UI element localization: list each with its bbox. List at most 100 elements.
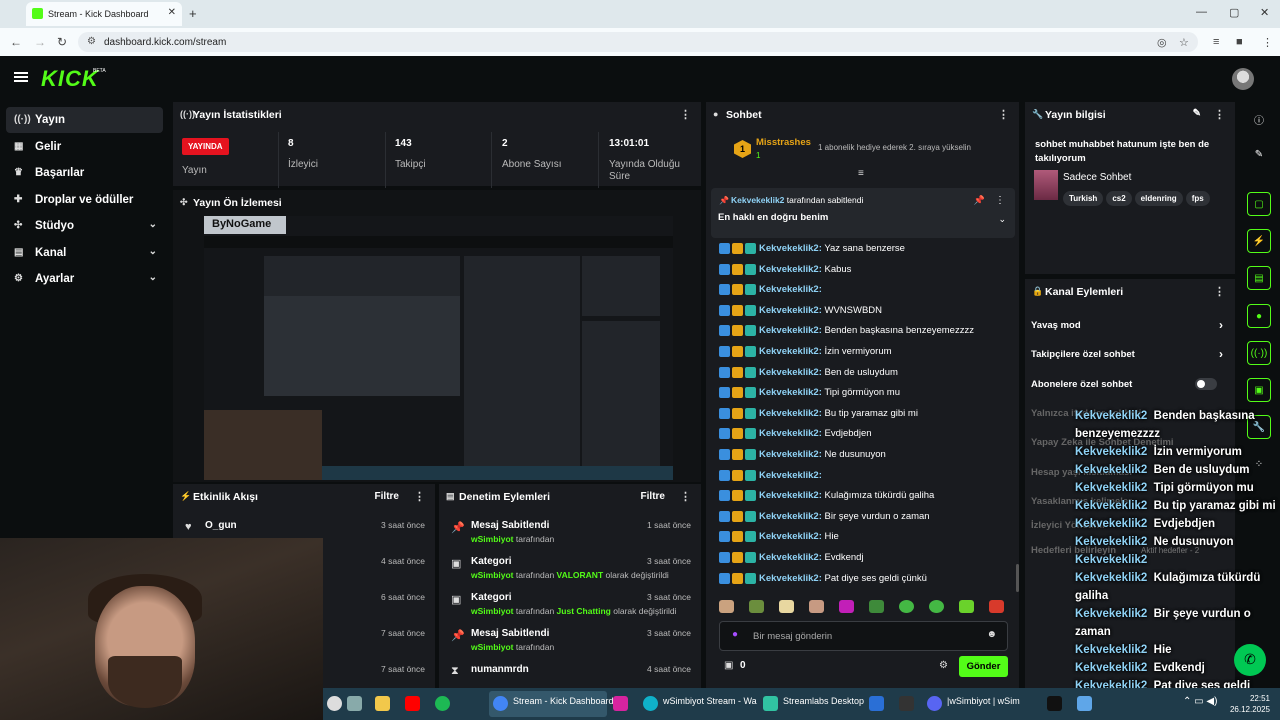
microphone-icon[interactable]: ●: [732, 629, 738, 640]
taskbar-app-label[interactable]: |wSimbiyot | wSim: [947, 696, 1020, 706]
chat-username[interactable]: Kekvekeklik2:: [759, 243, 822, 254]
more-options-icon[interactable]: ⋮: [995, 195, 1005, 206]
edit-pencil-icon[interactable]: ✎: [1193, 108, 1201, 119]
chat-username[interactable]: Kekvekeklik2:: [759, 552, 822, 563]
chat-message[interactable]: Kekvekeklik2: Kabus: [719, 263, 851, 282]
emote-icon[interactable]: [719, 600, 734, 613]
url-bar[interactable]: ⚙ dashboard.kick.com/stream: [78, 32, 1198, 52]
chat-username[interactable]: Kekvekeklik2:: [759, 325, 822, 336]
instagram-icon[interactable]: [613, 696, 628, 711]
chat-message[interactable]: Kekvekeklik2:: [719, 284, 822, 302]
site-info-icon[interactable]: ⚙: [87, 36, 96, 47]
filter-button[interactable]: Filtre: [375, 491, 399, 502]
chat-username[interactable]: Kekvekeklik2:: [759, 511, 822, 522]
chat-username[interactable]: Kekvekeklik2:: [759, 367, 822, 378]
chat-message[interactable]: Kekvekeklik2: Bir şeye vurdun o zaman: [719, 510, 930, 529]
hamburger-menu-icon[interactable]: [14, 72, 28, 74]
chat-username[interactable]: Kekvekeklik2:: [759, 408, 822, 419]
emote-icon[interactable]: [929, 600, 944, 613]
sidebar-item-droplar[interactable]: ✚ Droplar ve ödüller: [6, 187, 163, 213]
sidebar-item-studyo[interactable]: ✣ Stüdyo ⌄: [6, 213, 163, 239]
sidebar-item-gelir[interactable]: ▦ Gelir: [6, 134, 163, 160]
maximize-icon[interactable]: ▢: [1229, 6, 1239, 19]
more-options-icon[interactable]: ⋮: [680, 108, 691, 121]
chat-input[interactable]: ● Bir mesaj gönderin ☻: [719, 621, 1008, 651]
chat-message[interactable]: Kekvekeklik2: Bu tip yaramaz gibi mi: [719, 407, 918, 426]
file-explorer-icon[interactable]: [375, 696, 390, 711]
capture-icon[interactable]: ▢: [1247, 192, 1271, 216]
chat-scrollbar[interactable]: [1016, 564, 1019, 592]
chat-message[interactable]: Kekvekeklik2: Tipi görmüyon mu: [719, 387, 900, 405]
new-tab-icon[interactable]: +: [189, 6, 197, 21]
emote-icon[interactable]: [749, 600, 764, 613]
close-window-icon[interactable]: ✕: [1260, 6, 1269, 19]
moderation-icon[interactable]: ▣: [1247, 378, 1271, 402]
reload-icon[interactable]: ↻: [57, 35, 67, 49]
sidebar-item-basarilar[interactable]: ♛ Başarılar: [6, 160, 163, 186]
minimize-icon[interactable]: —: [1196, 6, 1207, 18]
chat-username[interactable]: Kekvekeklik2:: [759, 490, 822, 501]
chat-message[interactable]: Kekvekeklik2: Evdjebdjen: [719, 428, 872, 446]
chat-message[interactable]: Kekvekeklik2: WVNSWBDN: [719, 304, 882, 323]
action-subscribers-only[interactable]: Abonelere özel sohbet: [1031, 378, 1231, 390]
more-options-icon[interactable]: ⋮: [1214, 108, 1225, 121]
taskbar-app-label[interactable]: wSimbiyot Stream - Wa: [663, 696, 757, 706]
unpin-icon[interactable]: 📌: [974, 195, 985, 206]
outlook-icon[interactable]: [869, 696, 884, 711]
lightning-icon[interactable]: ⚡: [1247, 229, 1271, 253]
task-view-icon[interactable]: [347, 696, 362, 711]
stream-preview-video[interactable]: ByNoGame: [204, 216, 673, 480]
more-options-icon[interactable]: ⋮: [1214, 285, 1225, 298]
more-options-icon[interactable]: ⋮: [680, 490, 691, 503]
emote-icon[interactable]: [869, 600, 884, 613]
emote-icon[interactable]: [899, 600, 914, 613]
forward-icon[interactable]: →: [34, 35, 46, 49]
info-icon[interactable]: ⓘ: [1247, 106, 1271, 130]
search-icon[interactable]: [327, 696, 342, 711]
chat-message[interactable]: Kekvekeklik2: İzin vermiyorum: [719, 346, 892, 364]
spotify-icon[interactable]: [435, 696, 450, 711]
tray-icons[interactable]: ⌃ ▭ ◀): [1183, 696, 1217, 707]
eye-off-icon[interactable]: ◎: [1157, 36, 1167, 49]
chat-username[interactable]: Kekvekeklik2:: [759, 264, 822, 275]
send-button[interactable]: Gönder: [959, 656, 1008, 677]
chat-username[interactable]: Kekvekeklik2:: [759, 531, 822, 542]
chrome-icon[interactable]: [493, 696, 508, 711]
edit-pencil-icon[interactable]: ✎: [1247, 143, 1271, 167]
edge-icon[interactable]: [643, 696, 658, 711]
chat-username[interactable]: Kekvekeklik2:: [759, 346, 822, 357]
chat-message[interactable]: Kekvekeklik2: Yaz sana benzerse: [719, 243, 905, 261]
chat-message[interactable]: Kekvekeklik2:: [719, 469, 822, 488]
chat-message[interactable]: Kekvekeklik2: Ne dusunuyon: [719, 449, 886, 467]
menu-dots-icon[interactable]: ⋮: [1262, 36, 1273, 49]
app-icon[interactable]: [899, 696, 914, 711]
chat-username[interactable]: Kekvekeklik2:: [759, 387, 822, 398]
collapse-icon[interactable]: ≡: [858, 168, 864, 179]
category-name[interactable]: Sadece Sohbet: [1063, 172, 1131, 183]
chat-message[interactable]: Kekvekeklik2: Benden başkasına benzeyeme…: [719, 325, 974, 343]
close-tab-icon[interactable]: ✕: [168, 7, 176, 18]
chat-message[interactable]: Kekvekeklik2: Kulağımıza tükürdü galiha: [719, 490, 934, 508]
emote-icon[interactable]: [959, 600, 974, 613]
chat-settings-gear-icon[interactable]: ⚙: [939, 660, 948, 671]
sidebar-item-kanal[interactable]: ▤ Kanal ⌄: [6, 240, 163, 266]
chat-username[interactable]: Kekvekeklik2:: [759, 284, 822, 295]
chat-message[interactable]: Kekvekeklik2: Hie: [719, 531, 839, 549]
sidebar-item-ayarlar[interactable]: ⚙ Ayarlar ⌄: [6, 266, 163, 292]
back-icon[interactable]: ←: [10, 35, 22, 49]
tray-app-icon[interactable]: [1077, 696, 1092, 711]
tiktok-icon[interactable]: [1047, 696, 1062, 711]
emote-icon[interactable]: [779, 600, 794, 613]
more-options-icon[interactable]: ⋮: [414, 490, 425, 503]
chat-message[interactable]: Kekvekeklik2: Pat diye ses geldi çünkü: [719, 572, 927, 591]
filter-button[interactable]: Filtre: [641, 491, 665, 502]
emote-icon[interactable]: [809, 600, 824, 613]
more-options-icon[interactable]: ⋮: [998, 108, 1009, 121]
support-chat-icon[interactable]: ✆: [1234, 644, 1266, 676]
chat-username[interactable]: Kekvekeklik2:: [759, 470, 822, 481]
emote-icon[interactable]: [989, 600, 1004, 613]
emote-icon[interactable]: [839, 600, 854, 613]
action-followers-only[interactable]: Takipçilere özel sohbet ›: [1031, 347, 1231, 361]
emoji-icon[interactable]: ☻: [986, 629, 997, 640]
chevron-down-icon[interactable]: ⌄: [998, 214, 1006, 225]
